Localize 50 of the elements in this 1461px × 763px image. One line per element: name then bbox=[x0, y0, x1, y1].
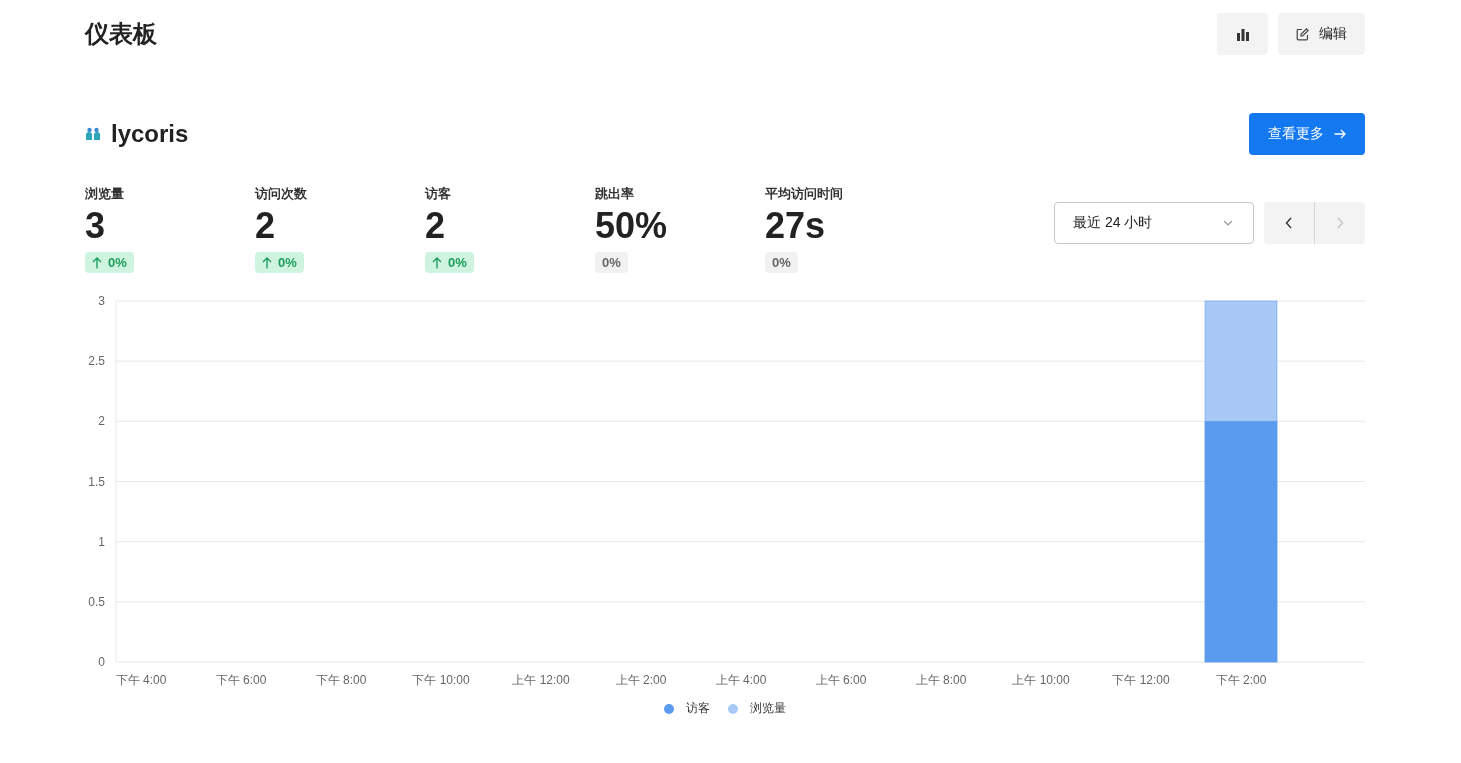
arrow-up-icon bbox=[262, 256, 272, 269]
y-axis-label: 3 bbox=[98, 294, 105, 308]
bar-chart-icon bbox=[1235, 27, 1250, 41]
x-axis-label: 下午 2:00 bbox=[1215, 673, 1267, 687]
metric-label: 浏览量 bbox=[85, 185, 124, 203]
x-axis-label: 上午 6:00 bbox=[815, 673, 867, 687]
website-name: lycoris bbox=[111, 120, 189, 148]
x-axis-label: 上午 10:00 bbox=[1012, 673, 1070, 687]
metric-value: 3 bbox=[85, 205, 106, 247]
metric-value: 27s bbox=[765, 205, 826, 247]
metric-label: 访客 bbox=[425, 185, 451, 203]
x-axis-label: 下午 10:00 bbox=[412, 673, 470, 687]
edit-button[interactable]: 编辑 bbox=[1278, 13, 1365, 55]
x-axis-label: 上午 2:00 bbox=[615, 673, 667, 687]
y-axis-label: 1.5 bbox=[88, 474, 105, 489]
view-more-button[interactable]: 查看更多 bbox=[1249, 113, 1365, 155]
x-axis-label: 下午 8:00 bbox=[315, 673, 367, 687]
change-badge: 0% bbox=[765, 252, 798, 273]
chevron-down-icon bbox=[1223, 220, 1233, 226]
change-badge: 0% bbox=[595, 252, 628, 273]
arrow-up-icon bbox=[92, 256, 102, 269]
x-axis-label: 上午 12:00 bbox=[512, 673, 570, 687]
x-axis-label: 下午 4:00 bbox=[115, 673, 167, 687]
legend-label: 访客 bbox=[686, 700, 710, 717]
y-axis-label: 1 bbox=[98, 534, 105, 549]
metric-value: 2 bbox=[255, 205, 276, 247]
y-axis-label: 2.5 bbox=[88, 354, 105, 369]
x-axis-label: 上午 8:00 bbox=[915, 673, 967, 687]
edit-icon bbox=[1296, 27, 1309, 41]
x-axis-label: 下午 12:00 bbox=[1112, 673, 1170, 687]
metric-label: 平均访问时间 bbox=[765, 185, 843, 203]
y-axis-label: 2 bbox=[98, 414, 105, 429]
change-badge: 0% bbox=[425, 252, 474, 273]
arrow-right-icon bbox=[1334, 129, 1346, 139]
arrow-up-icon bbox=[432, 256, 442, 269]
website-favicon-icon bbox=[85, 127, 101, 141]
change-badge: 0% bbox=[255, 252, 304, 273]
metric-label: 访问次数 bbox=[255, 185, 307, 203]
legend-label: 浏览量 bbox=[750, 700, 786, 717]
x-axis-label: 上午 4:00 bbox=[715, 673, 767, 687]
change-badge: 0% bbox=[85, 252, 134, 273]
metric-label: 跳出率 bbox=[595, 185, 634, 203]
y-axis-label: 0 bbox=[98, 655, 105, 669]
metric-value: 2 bbox=[425, 205, 446, 247]
y-axis-label: 0.5 bbox=[88, 594, 105, 609]
date-range-dropdown[interactable]: 最近 24 小时 bbox=[1054, 202, 1254, 244]
page-title: 仪表板 bbox=[85, 19, 157, 49]
metric-value: 50% bbox=[595, 205, 668, 247]
x-axis-label: 下午 6:00 bbox=[215, 673, 267, 687]
chart-view-button[interactable] bbox=[1217, 13, 1268, 55]
